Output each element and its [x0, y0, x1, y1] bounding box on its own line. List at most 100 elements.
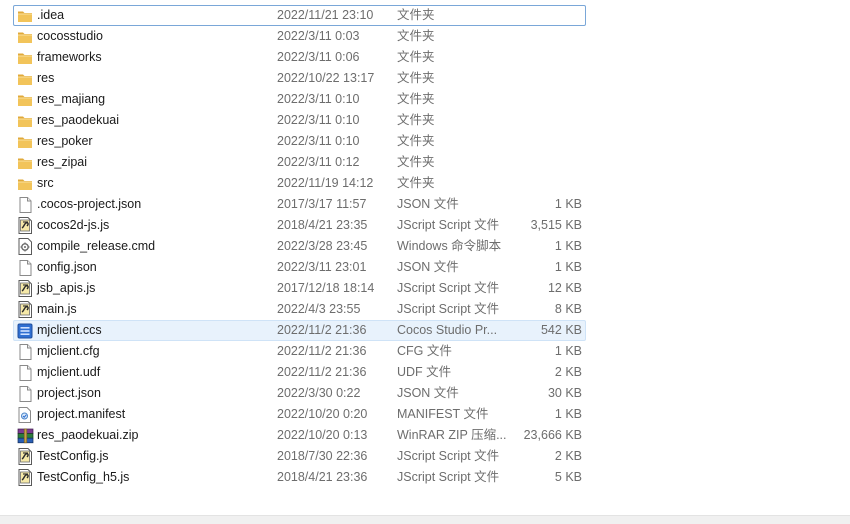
file-name: mjclient.udf	[37, 365, 101, 379]
cmd-file-icon	[16, 238, 34, 255]
date-modified: 2022/10/20 0:20	[277, 407, 368, 421]
folder-icon	[16, 175, 34, 192]
horizontal-scrollbar-track[interactable]	[0, 515, 850, 524]
folder-row[interactable]: .idea 2022/11/21 23:10 文件夹	[0, 5, 850, 26]
date-modified: 2022/11/19 14:12	[277, 176, 374, 190]
folder-row[interactable]: res_majiang 2022/3/11 0:10 文件夹	[0, 89, 850, 110]
file-type: JScript Script 文件	[397, 449, 500, 463]
file-row[interactable]: project.manifest 2022/10/20 0:20 MANIFEST …	[0, 404, 850, 425]
file-name: TestConfig.js	[37, 449, 109, 463]
file-row[interactable]: config.json 2022/3/11 23:01 JSON 文件 1 KB	[0, 257, 850, 278]
date-modified: 2022/3/11 0:10	[277, 134, 360, 148]
blank-file-icon	[16, 343, 34, 360]
file-name: mjclient.cfg	[37, 344, 100, 358]
date-modified: 2018/4/21 23:36	[277, 470, 368, 484]
file-size: 2 KB	[554, 449, 582, 463]
folder-icon	[16, 7, 34, 24]
folder-row[interactable]: res 2022/10/22 13:17 文件夹	[0, 68, 850, 89]
folder-icon	[16, 154, 34, 171]
date-modified: 2017/3/17 11:57	[277, 197, 367, 211]
file-type: MANIFEST 文件	[397, 407, 489, 421]
file-row[interactable]: jsb_apis.js 2017/12/18 18:14 JScript Scrip…	[0, 278, 850, 299]
date-modified: 2018/4/21 23:35	[277, 218, 368, 232]
file-type: 文件夹	[397, 155, 435, 169]
file-row[interactable]: cocos2d-js.js 2018/4/21 23:35 JScript Scri…	[0, 215, 850, 236]
file-type: JSON 文件	[397, 197, 459, 211]
folder-icon	[16, 49, 34, 66]
file-size: 1 KB	[554, 260, 582, 274]
file-size: 5 KB	[554, 470, 582, 484]
jscript-file-icon	[16, 469, 34, 486]
blank-file-icon	[16, 259, 34, 276]
jscript-file-icon	[16, 301, 34, 318]
file-row[interactable]: TestConfig.js 2018/7/30 22:36 JScript Scri…	[0, 446, 850, 467]
file-type: 文件夹	[397, 92, 435, 106]
file-type: 文件夹	[397, 113, 435, 127]
folder-row[interactable]: res_paodekuai 2022/3/11 0:10 文件夹	[0, 110, 850, 131]
file-name: project.json	[37, 386, 101, 400]
folder-icon	[16, 70, 34, 87]
file-size: 1 KB	[554, 239, 582, 253]
manifest-file-icon	[16, 406, 34, 423]
blank-file-icon	[16, 385, 34, 402]
blank-file-icon	[16, 196, 34, 213]
folder-icon	[16, 133, 34, 150]
file-row[interactable]: project.json 2022/3/30 0:22 JSON 文件 30 KB	[0, 383, 850, 404]
file-type: Windows 命令脚本	[397, 239, 502, 253]
file-size: 8 KB	[554, 302, 582, 316]
date-modified: 2022/3/30 0:22	[277, 386, 361, 400]
file-size: 1 KB	[554, 344, 582, 358]
jscript-file-icon	[16, 280, 34, 297]
folder-icon	[16, 91, 34, 108]
date-modified: 2022/10/20 0:13	[277, 428, 368, 442]
file-type: WinRAR ZIP 压缩...	[397, 428, 507, 442]
file-type: JScript Script 文件	[397, 218, 500, 232]
file-type: JScript Script 文件	[397, 302, 500, 316]
file-name: res_zipai	[37, 155, 88, 169]
date-modified: 2017/12/18 18:14	[277, 281, 375, 295]
file-size: 2 KB	[554, 365, 582, 379]
file-row[interactable]: .cocos-project.json 2017/3/17 11:57 JSON 文…	[0, 194, 850, 215]
folder-icon	[16, 28, 34, 45]
date-modified: 2022/3/11 0:03	[277, 29, 360, 43]
file-name: .cocos-project.json	[37, 197, 142, 211]
date-modified: 2022/3/11 23:01	[277, 260, 367, 274]
file-size: 1 KB	[554, 197, 582, 211]
file-size: 23,666 KB	[523, 428, 582, 442]
file-type: CFG 文件	[397, 344, 452, 358]
file-size: 1 KB	[554, 407, 582, 421]
file-type: 文件夹	[397, 134, 435, 148]
file-size: 30 KB	[547, 386, 582, 400]
file-type: 文件夹	[397, 50, 435, 64]
file-name: res_paodekuai.zip	[37, 428, 139, 442]
file-name: project.manifest	[37, 407, 126, 421]
date-modified: 2022/3/11 0:10	[277, 92, 360, 106]
file-row[interactable]: TestConfig_h5.js 2018/4/21 23:36 JScript S…	[0, 467, 850, 488]
file-type: UDF 文件	[397, 365, 452, 379]
date-modified: 2022/3/28 23:45	[277, 239, 368, 253]
jscript-file-icon	[16, 217, 34, 234]
file-name: res_paodekuai	[37, 113, 120, 127]
file-type: 文件夹	[397, 176, 435, 190]
folder-row[interactable]: src 2022/11/19 14:12 文件夹	[0, 173, 850, 194]
file-row[interactable]: mjclient.ccs 2022/11/2 21:36 Cocos Studio …	[0, 320, 850, 341]
file-name: src	[37, 176, 54, 190]
file-name: config.json	[37, 260, 97, 274]
folder-row[interactable]: res_poker 2022/3/11 0:10 文件夹	[0, 131, 850, 152]
file-name: frameworks	[37, 50, 102, 64]
file-name: mjclient.ccs	[37, 323, 102, 337]
file-type: JSON 文件	[397, 386, 459, 400]
folder-icon	[16, 112, 34, 129]
folder-row[interactable]: cocosstudio 2022/3/11 0:03 文件夹	[0, 26, 850, 47]
folder-row[interactable]: frameworks 2022/3/11 0:06 文件夹	[0, 47, 850, 68]
file-row[interactable]: res_paodekuai.zip 2022/10/20 0:13 WinRAR Z…	[0, 425, 850, 446]
file-row[interactable]: mjclient.udf 2022/11/2 21:36 UDF 文件 2 KB	[0, 362, 850, 383]
file-type: 文件夹	[397, 29, 435, 43]
file-row[interactable]: main.js 2022/4/3 23:55 JScript Script 文件 8 …	[0, 299, 850, 320]
file-name: res_majiang	[37, 92, 106, 106]
file-size: 542 KB	[540, 323, 582, 337]
file-row[interactable]: compile_release.cmd 2022/3/28 23:45 Window…	[0, 236, 850, 257]
folder-row[interactable]: res_zipai 2022/3/11 0:12 文件夹	[0, 152, 850, 173]
date-modified: 2022/11/2 21:36	[277, 365, 367, 379]
file-row[interactable]: mjclient.cfg 2022/11/2 21:36 CFG 文件 1 KB	[0, 341, 850, 362]
